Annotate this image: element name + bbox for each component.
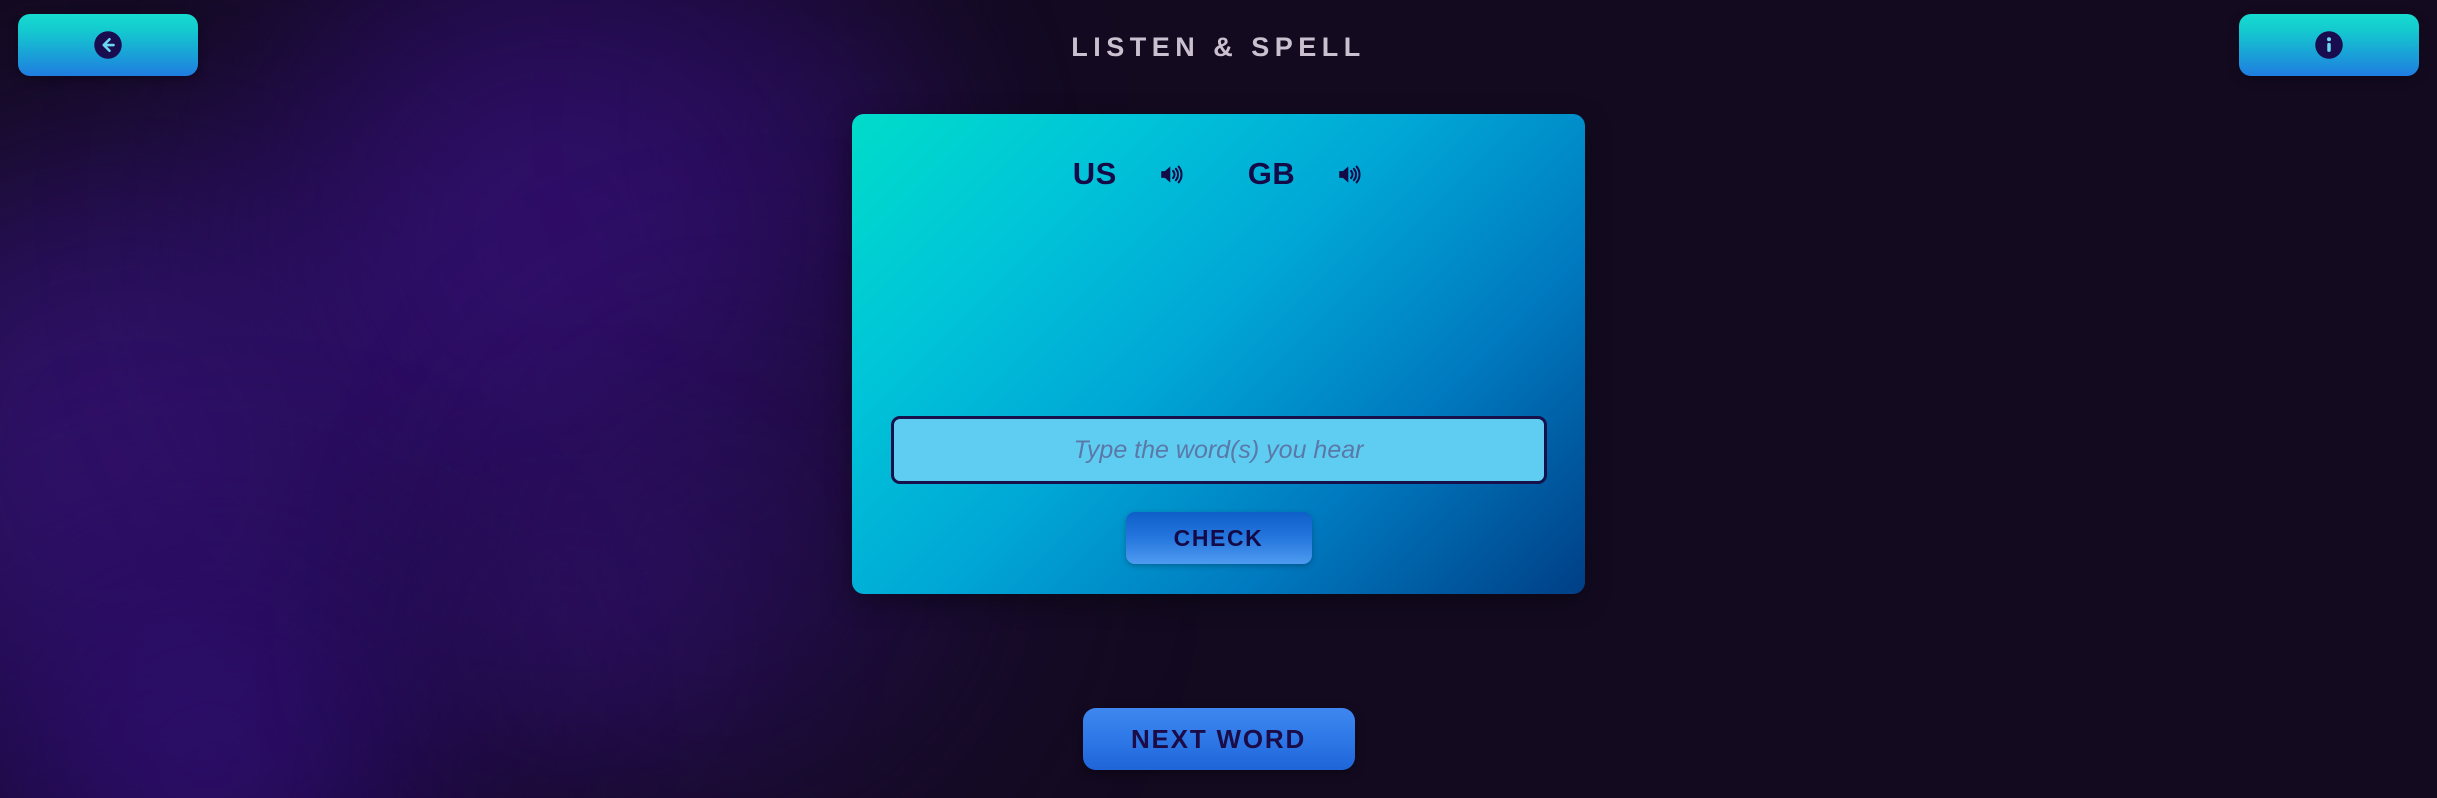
info-circle-icon: [2314, 30, 2344, 60]
check-button[interactable]: CHECK: [1125, 512, 1312, 564]
play-us-audio-button[interactable]: [1157, 160, 1186, 189]
accent-label-us: US: [1072, 156, 1117, 191]
top-bar: LISTEN & SPELL: [0, 0, 2437, 95]
feedback-area: [888, 206, 1549, 416]
next-word-button[interactable]: NEXT WORD: [1082, 708, 1355, 770]
exercise-card: US GB Type the word(s) you hear CHECK: [852, 114, 1585, 594]
accent-row: US GB: [888, 142, 1549, 206]
volume-high-icon: [1157, 160, 1186, 189]
play-gb-audio-button[interactable]: [1335, 160, 1364, 189]
volume-high-icon: [1335, 160, 1364, 189]
page-title: LISTEN & SPELL: [1071, 32, 1366, 62]
accent-group-gb: GB: [1248, 156, 1365, 192]
answer-input[interactable]: [890, 416, 1547, 484]
accent-label-gb: GB: [1247, 156, 1296, 191]
accent-group-us: US: [1073, 156, 1186, 192]
info-button[interactable]: [2239, 14, 2419, 76]
